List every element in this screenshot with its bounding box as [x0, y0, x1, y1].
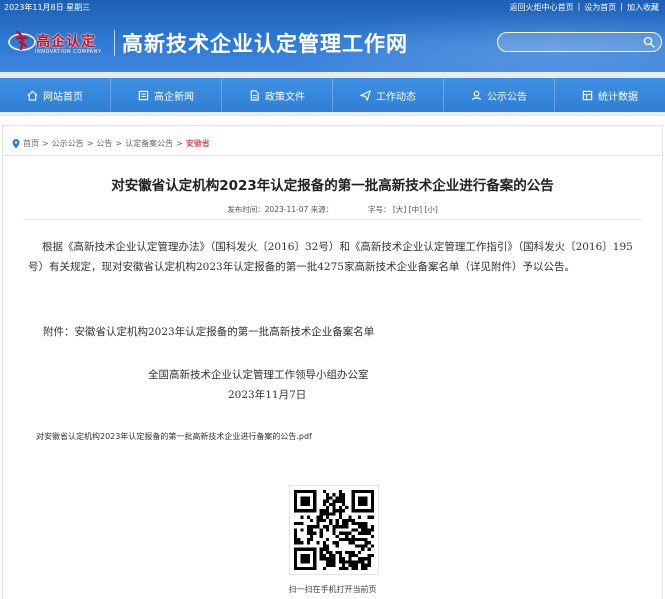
nav-label: 公示公告	[487, 91, 527, 103]
publish-info: 发布时间：2023-11-07 来源：	[227, 205, 334, 214]
breadcrumb-notices[interactable]: 公告	[96, 138, 112, 149]
breadcrumb-separator: >	[42, 139, 49, 148]
paper-plane-icon	[360, 89, 371, 101]
breadcrumb-divider	[3, 155, 662, 156]
breadcrumb-separator: >	[115, 139, 123, 148]
article-title: 对安徽省认定机构2023年认定报备的第一批高新技术企业进行备案的公告	[111, 178, 554, 194]
search-input[interactable]	[506, 36, 646, 54]
link-add-favorite[interactable]: 加入收藏	[627, 2, 659, 13]
qr-code-icon	[294, 490, 374, 570]
meta-divider	[23, 219, 642, 220]
nav-item-news[interactable]: 高企新闻	[111, 78, 222, 112]
font-size-small[interactable]: [小]	[424, 205, 437, 214]
breadcrumb-home[interactable]: 首页	[23, 138, 39, 149]
logo-text: 高企认定	[36, 34, 96, 50]
breadcrumb-separator: >	[86, 139, 94, 148]
search-icon[interactable]	[643, 36, 655, 48]
pdf-attachment-link[interactable]: 对安徽省认定机构2023年认定报备的第一批高新技术企业进行备案的公告.pdf	[36, 431, 312, 442]
breadcrumb-separator: >	[176, 139, 183, 148]
article-issuer: 全国高新技术企业认定管理工作领导小组办公室	[148, 369, 369, 381]
article-body: 根据《高新技术企业认定管理办法》（国科发火〔2016〕32号）和《高新技术企业认…	[28, 241, 633, 273]
link-set-homepage[interactable]: 设为首页	[584, 2, 616, 13]
site-title: 高新技术企业认定管理工作网	[122, 31, 408, 56]
news-icon	[138, 90, 149, 100]
article-meta: 发布时间：2023-11-07 来源： 字号： [大] [中] [小]	[3, 204, 662, 215]
logo-mark-icon	[8, 30, 36, 51]
nav-item-home[interactable]: 网站首页	[0, 78, 111, 112]
article-attachment-note: 附件：安徽省认定机构2023年认定报备的第一批高新技术企业备案名单	[43, 326, 375, 338]
logo-subtext: INNOVATION COMPANY	[35, 49, 102, 55]
font-size-large[interactable]: [大]	[393, 205, 406, 214]
font-size-medium[interactable]: [中]	[409, 205, 422, 214]
data-icon	[582, 90, 593, 100]
document-icon	[250, 89, 259, 101]
nav-label: 工作动态	[376, 91, 416, 103]
nav-item-work-updates[interactable]: 工作动态	[333, 78, 444, 112]
current-date: 2023年11月8日 星期三	[4, 3, 91, 12]
logo-divider	[114, 30, 115, 56]
search-box[interactable]	[497, 32, 662, 54]
breadcrumb-current[interactable]: 安徽省	[186, 138, 210, 149]
breadcrumb: 首页 > 公示公告 > 公告 > 认定备案公告 > 安徽省	[12, 138, 210, 149]
breadcrumb-filing[interactable]: 认定备案公告	[125, 138, 173, 149]
top-links: 返回火炬中心首页 | 设为首页 | 加入收藏	[510, 2, 659, 13]
qr-caption: 扫一扫在手机打开当前页	[288, 585, 377, 594]
nav-item-statistics[interactable]: 统计数据	[555, 78, 665, 112]
location-pin-icon	[12, 138, 20, 148]
site-header: 2023年11月8日 星期三 返回火炬中心首页 | 设为首页 | 加入收藏 高企…	[0, 0, 665, 72]
qr-code	[289, 485, 379, 575]
nav-item-policy[interactable]: 政策文件	[222, 78, 333, 112]
nav-label: 网站首页	[43, 91, 83, 103]
article-date: 2023年11月7日	[228, 389, 307, 401]
main-nav: 网站首页 高企新闻 政策文件 工作动态 公示公告 统计数据	[0, 72, 665, 116]
link-separator: |	[577, 2, 581, 11]
nav-label: 统计数据	[598, 91, 638, 103]
nav-label: 政策文件	[265, 91, 305, 103]
link-torch-home[interactable]: 返回火炬中心首页	[510, 2, 574, 13]
home-icon	[27, 90, 38, 101]
link-separator: |	[620, 2, 623, 11]
user-icon	[471, 90, 482, 100]
nav-item-announcements[interactable]: 公示公告	[444, 78, 555, 112]
breadcrumb-announcements[interactable]: 公示公告	[52, 138, 84, 149]
site-logo[interactable]: 高企认定 INNOVATION COMPANY	[4, 22, 112, 62]
nav-label: 高企新闻	[154, 91, 194, 103]
article-container: 首页 > 公示公告 > 公告 > 认定备案公告 > 安徽省 对安徽省认定机构20…	[2, 125, 663, 599]
font-size-label: 字号：	[368, 205, 391, 214]
